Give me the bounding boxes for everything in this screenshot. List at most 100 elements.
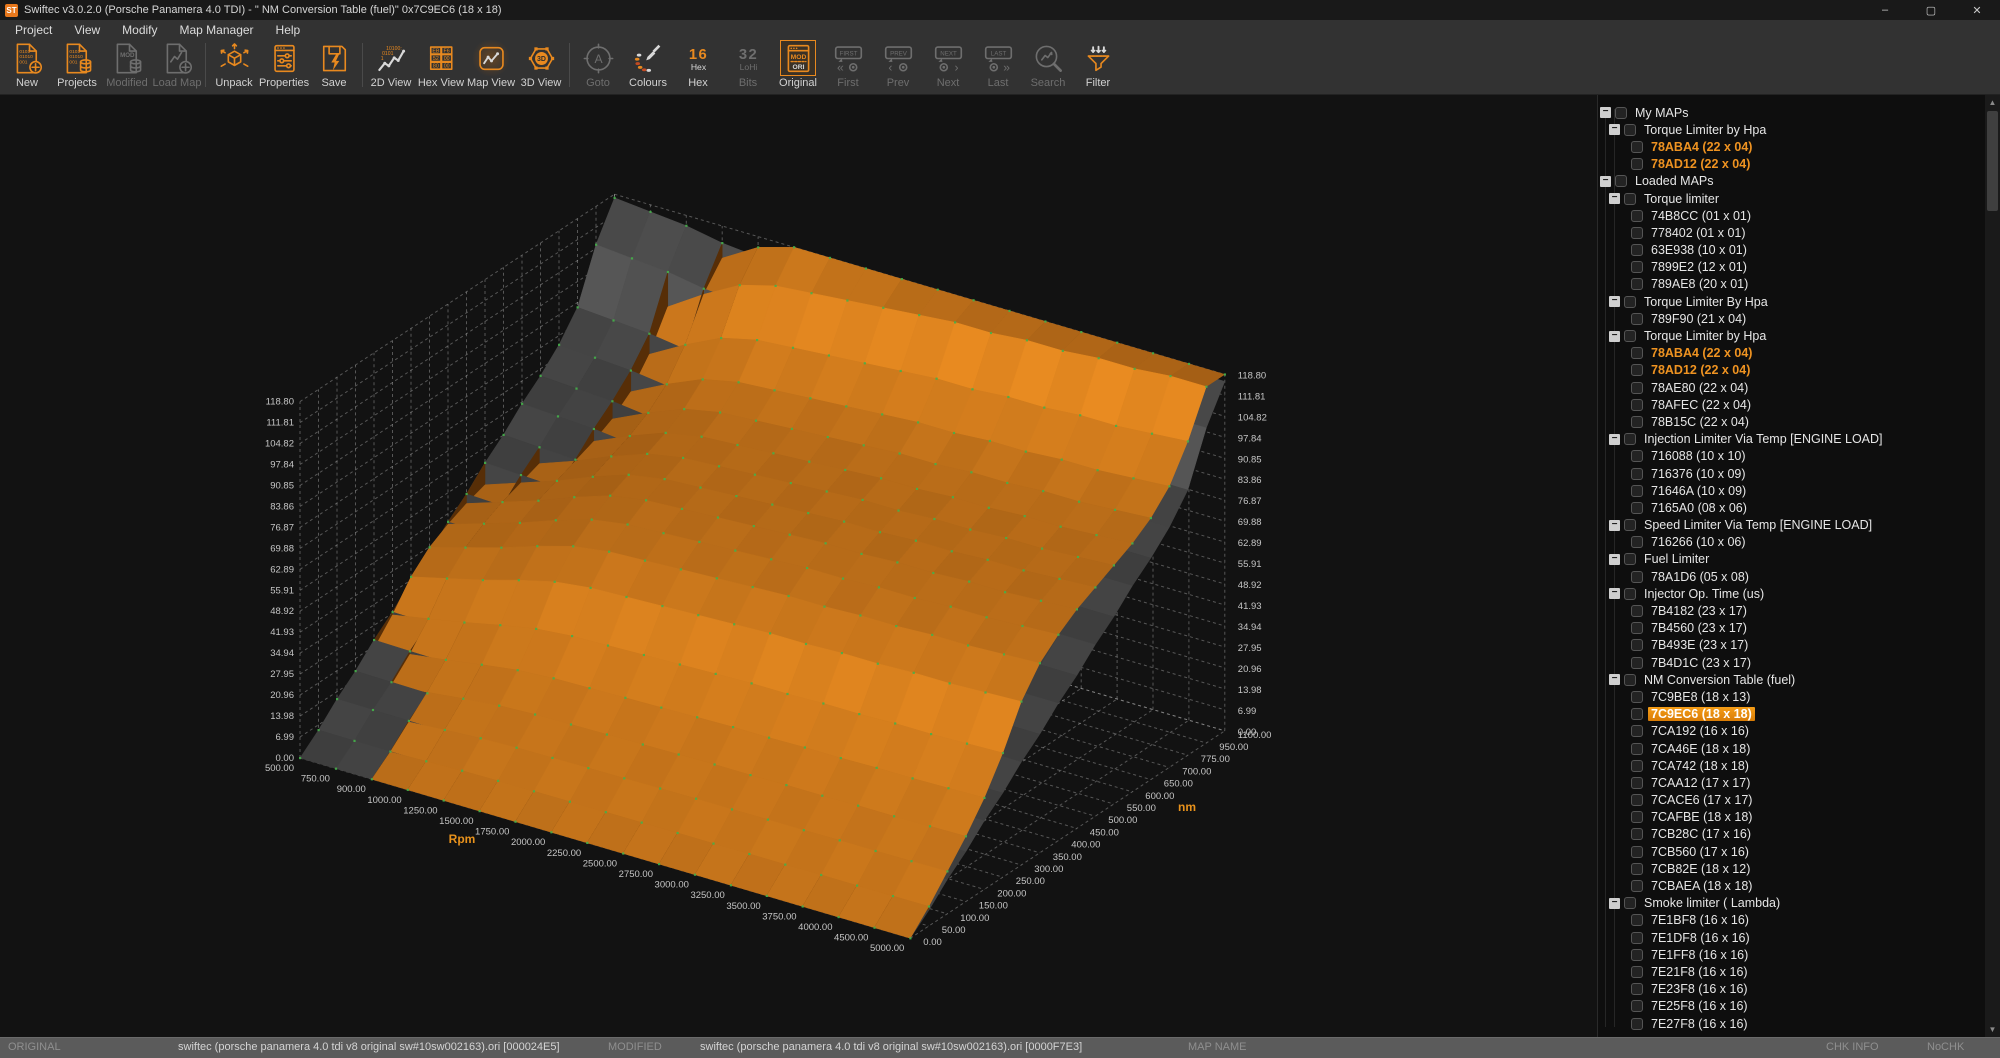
tree-item[interactable]: 7899E2 (12 x 01) bbox=[1598, 259, 1984, 276]
collapse-icon[interactable]: − bbox=[1609, 898, 1620, 909]
checkbox[interactable] bbox=[1624, 433, 1636, 445]
tree-item[interactable]: 78AD12 (22 x 04) bbox=[1598, 362, 1984, 379]
tree-item[interactable]: 789AE8 (20 x 01) bbox=[1598, 276, 1984, 293]
tree-item[interactable]: 7E1BF8 (16 x 16) bbox=[1598, 912, 1984, 929]
tree-item[interactable]: 7C9BE8 (18 x 13) bbox=[1598, 688, 1984, 705]
scrollbar[interactable]: ▲ ▼ bbox=[1985, 95, 2000, 1037]
checkbox[interactable] bbox=[1631, 382, 1643, 394]
tree-item[interactable]: −Fuel Limiter bbox=[1598, 551, 1984, 568]
checkbox[interactable] bbox=[1631, 313, 1643, 325]
checkbox[interactable] bbox=[1631, 261, 1643, 273]
tree-item[interactable]: 7B4D1C (23 x 17) bbox=[1598, 654, 1984, 671]
collapse-icon[interactable]: − bbox=[1609, 554, 1620, 565]
checkbox[interactable] bbox=[1631, 347, 1643, 359]
toolbar-first-button[interactable]: FIRST«First bbox=[823, 39, 873, 89]
tree-item[interactable]: 74B8CC (01 x 01) bbox=[1598, 207, 1984, 224]
checkbox[interactable] bbox=[1631, 743, 1643, 755]
collapse-icon[interactable]: − bbox=[1600, 107, 1611, 118]
collapse-icon[interactable]: − bbox=[1609, 434, 1620, 445]
menu-view[interactable]: View bbox=[63, 23, 111, 37]
tree-item[interactable]: −Torque Limiter By Hpa bbox=[1598, 293, 1984, 310]
checkbox[interactable] bbox=[1631, 244, 1643, 256]
tree-item[interactable]: 7CBAEA (18 x 18) bbox=[1598, 877, 1984, 894]
checkbox[interactable] bbox=[1631, 966, 1643, 978]
checkbox[interactable] bbox=[1631, 364, 1643, 376]
tree-item[interactable]: 71646A (10 x 09) bbox=[1598, 482, 1984, 499]
tree-item[interactable]: 78ABA4 (22 x 04) bbox=[1598, 138, 1984, 155]
checkbox[interactable] bbox=[1631, 657, 1643, 669]
toolbar-2d-view-button[interactable]: 10100:010112D View bbox=[366, 39, 416, 89]
toolbar-original-button[interactable]: MODORIOriginal bbox=[773, 39, 823, 89]
checkbox[interactable] bbox=[1631, 983, 1643, 995]
tree-item[interactable]: 7CAA12 (17 x 17) bbox=[1598, 774, 1984, 791]
collapse-icon[interactable]: − bbox=[1609, 193, 1620, 204]
tree-item[interactable]: 778402 (01 x 01) bbox=[1598, 224, 1984, 241]
checkbox[interactable] bbox=[1624, 588, 1636, 600]
tree-item[interactable]: 7CAFBE (18 x 18) bbox=[1598, 809, 1984, 826]
checkbox[interactable] bbox=[1624, 897, 1636, 909]
tree-item[interactable]: 7E27F8 (16 x 16) bbox=[1598, 1015, 1984, 1032]
checkbox[interactable] bbox=[1631, 1018, 1643, 1030]
tree-item[interactable]: 7B4560 (23 x 17) bbox=[1598, 620, 1984, 637]
checkbox[interactable] bbox=[1624, 193, 1636, 205]
checkbox[interactable] bbox=[1624, 553, 1636, 565]
tree-item[interactable]: 78A1D6 (05 x 08) bbox=[1598, 568, 1984, 585]
toolbar-hex-view-button[interactable]: EBF652008000Hex View bbox=[416, 39, 466, 89]
tree-item[interactable]: −Smoke limiter ( Lambda) bbox=[1598, 895, 1984, 912]
checkbox[interactable] bbox=[1631, 278, 1643, 290]
menu-modify[interactable]: Modify bbox=[111, 23, 168, 37]
checkbox[interactable] bbox=[1631, 227, 1643, 239]
checkbox[interactable] bbox=[1624, 674, 1636, 686]
checkbox[interactable] bbox=[1631, 811, 1643, 823]
tree-item[interactable]: 7CB82E (18 x 12) bbox=[1598, 860, 1984, 877]
tree-item[interactable]: 78ABA4 (22 x 04) bbox=[1598, 345, 1984, 362]
checkbox[interactable] bbox=[1631, 485, 1643, 497]
tree-item[interactable]: −Speed Limiter Via Temp [ENGINE LOAD] bbox=[1598, 517, 1984, 534]
toolbar-filter-button[interactable]: Filter bbox=[1073, 39, 1123, 89]
collapse-icon[interactable]: − bbox=[1609, 331, 1620, 342]
scroll-down-icon[interactable]: ▼ bbox=[1985, 1022, 2000, 1037]
checkbox[interactable] bbox=[1631, 794, 1643, 806]
tree-item[interactable]: −Injector Op. Time (us) bbox=[1598, 585, 1984, 602]
checkbox[interactable] bbox=[1631, 777, 1643, 789]
scrollbar-thumb[interactable] bbox=[1987, 111, 1998, 211]
toolbar-load-map-button[interactable]: Load Map bbox=[152, 39, 202, 89]
tree-item[interactable]: 7E1DF8 (16 x 16) bbox=[1598, 929, 1984, 946]
collapse-icon[interactable]: − bbox=[1609, 674, 1620, 685]
tree-item[interactable]: 7CA742 (18 x 18) bbox=[1598, 757, 1984, 774]
tree-item[interactable]: 716376 (10 x 09) bbox=[1598, 465, 1984, 482]
tree-item[interactable]: 7CACE6 (17 x 17) bbox=[1598, 792, 1984, 809]
tree-item[interactable]: 78AE80 (22 x 04) bbox=[1598, 379, 1984, 396]
checkbox[interactable] bbox=[1631, 141, 1643, 153]
tree-item[interactable]: 7B4182 (23 x 17) bbox=[1598, 602, 1984, 619]
collapse-icon[interactable]: − bbox=[1609, 124, 1620, 135]
tree-item[interactable]: 78AFEC (22 x 04) bbox=[1598, 396, 1984, 413]
menu-map-manager[interactable]: Map Manager bbox=[169, 23, 265, 37]
checkbox[interactable] bbox=[1631, 468, 1643, 480]
tree-item[interactable]: 78AD12 (22 x 04) bbox=[1598, 156, 1984, 173]
menu-help[interactable]: Help bbox=[265, 23, 312, 37]
collapse-icon[interactable]: − bbox=[1609, 588, 1620, 599]
checkbox[interactable] bbox=[1631, 639, 1643, 651]
checkbox[interactable] bbox=[1631, 828, 1643, 840]
tree-item[interactable]: −My MAPs bbox=[1598, 104, 1984, 121]
toolbar-hex-button[interactable]: 16HexHex bbox=[673, 39, 723, 89]
toolbar-save-button[interactable]: Save bbox=[309, 39, 359, 89]
toolbar-projects-button[interactable]: 010101010001Projects bbox=[52, 39, 102, 89]
checkbox[interactable] bbox=[1631, 932, 1643, 944]
checkbox[interactable] bbox=[1631, 914, 1643, 926]
tree-item[interactable]: 7CA192 (16 x 16) bbox=[1598, 723, 1984, 740]
checkbox[interactable] bbox=[1631, 725, 1643, 737]
checkbox[interactable] bbox=[1631, 158, 1643, 170]
checkbox[interactable] bbox=[1631, 949, 1643, 961]
checkbox[interactable] bbox=[1631, 1000, 1643, 1012]
close-button[interactable]: ✕ bbox=[1954, 0, 2000, 20]
checkbox[interactable] bbox=[1631, 502, 1643, 514]
tree-item[interactable]: −NM Conversion Table (fuel) bbox=[1598, 671, 1984, 688]
checkbox[interactable] bbox=[1631, 880, 1643, 892]
checkbox[interactable] bbox=[1615, 107, 1627, 119]
tree-item[interactable]: 7E25F8 (16 x 16) bbox=[1598, 998, 1984, 1015]
tree-item[interactable]: 7B493E (23 x 17) bbox=[1598, 637, 1984, 654]
collapse-icon[interactable]: − bbox=[1609, 520, 1620, 531]
toolbar-properties-button[interactable]: Properties bbox=[259, 39, 309, 89]
